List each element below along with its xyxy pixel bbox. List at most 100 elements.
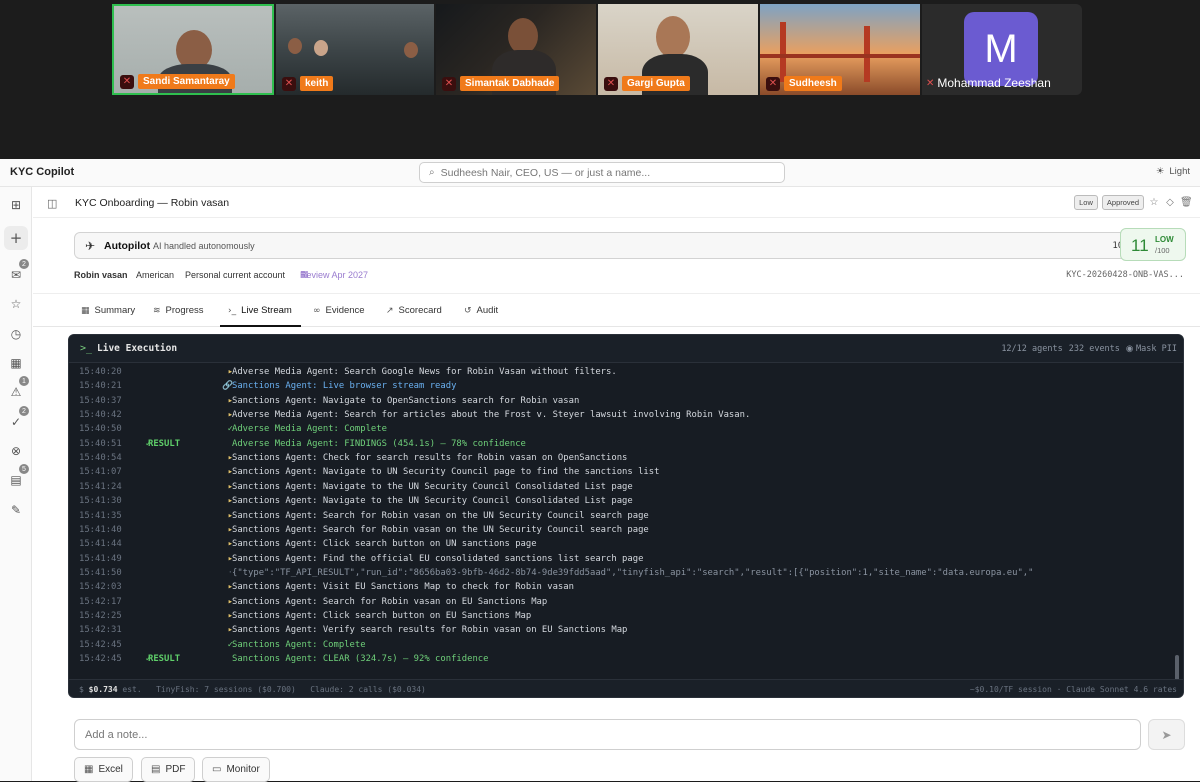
log-timestamp: 15:41:44 <box>79 539 122 550</box>
log-timestamp: 15:41:40 <box>79 524 122 535</box>
log-timestamp: 15:41:49 <box>79 553 122 564</box>
terminal-header: >_ Live Execution 12/12 agents 232 event… <box>69 335 1183 363</box>
risk-score-max: /100 <box>1155 246 1170 255</box>
alert-icon[interactable]: ⚠ 1 <box>7 376 29 401</box>
inbox-icon[interactable]: ✉ 2 <box>7 259 29 284</box>
monitor-button[interactable]: ▭ Monitor <box>202 757 270 782</box>
log-message: Sanctions Agent: Navigate to the UN Secu… <box>232 481 633 492</box>
inbox-badge: 2 <box>19 259 29 269</box>
log-timestamp: 15:42:45 <box>79 639 122 650</box>
tab-live-stream[interactable]: ›_ Live Stream <box>228 305 292 316</box>
clock-icon[interactable]: ◷ <box>7 325 25 343</box>
participant-name: Gargi Gupta <box>622 76 690 91</box>
search-input[interactable]: ⌕ Sudheesh Nair, CEO, US — or just a nam… <box>419 162 785 183</box>
agents-count: 12/12 agents <box>1001 344 1063 354</box>
plane-icon: ✈ <box>85 239 96 253</box>
tab-label: Progress <box>165 305 204 316</box>
log-message: Sanctions Agent: CLEAR (324.7s) — 92% co… <box>232 654 489 664</box>
log-message: Adverse Media Agent: FINDINGS (454.1s) —… <box>232 438 526 449</box>
trash-icon[interactable]: 🗑 <box>1180 197 1193 208</box>
archive-icon[interactable]: ▤ 5 <box>7 464 29 489</box>
send-icon: ➤ <box>1161 727 1172 742</box>
risk-score-card: 11 LOW /100 <box>1120 228 1186 261</box>
export-excel-button[interactable]: ▦ Excel <box>74 757 133 782</box>
tinyfish-cost: TinyFish: 7 sessions ($0.700) <box>156 685 296 694</box>
log-message: Sanctions Agent: Find the official EU co… <box>232 553 644 564</box>
sidebar-rail: ⊞ + ✉ 2 ☆ ◷ ▦ ⚠ 1 ✓ 2 ⊗ ▤ 5 ✎ <box>0 187 32 781</box>
participant-tile[interactable]: ✕ Gargi Gupta <box>598 4 758 95</box>
terminal-stats: 12/12 agents 232 events ◉ Mask PII <box>1001 344 1177 354</box>
bridge-deck-image <box>760 54 920 58</box>
participant-tile[interactable]: ✕ Sandi Samantaray <box>112 4 274 95</box>
log-message: Adverse Media Agent: Search for articles… <box>232 410 751 421</box>
search-placeholder: Sudheesh Nair, CEO, US — or just a name.… <box>440 166 651 179</box>
mask-pii-toggle[interactable]: ◉ Mask PII <box>1126 344 1177 354</box>
step-icon: ▸ <box>227 596 233 607</box>
main-panel: ◫ KYC Onboarding — Robin vasan Low Appro… <box>33 187 1200 782</box>
participant-video <box>314 40 328 56</box>
log-list[interactable]: 15:40:20 ▸ Adverse Media Agent: Search Goo… <box>69 366 1169 670</box>
log-timestamp: 15:41:35 <box>79 510 122 521</box>
participant-tile[interactable]: ✕ Sudheesh <box>760 4 920 95</box>
autopilot-bar: ✈ Autopilot AI handled autonomously 100% <box>74 232 1143 259</box>
tab-summary[interactable]: ▦ Summary <box>81 305 135 316</box>
theme-toggle[interactable]: ☀ Light <box>1156 166 1190 177</box>
sun-icon: ☀ <box>1155 166 1165 177</box>
review-date-text: Review Apr 2027 <box>300 270 369 280</box>
check-icon[interactable]: ✓ 2 <box>7 406 29 431</box>
send-button[interactable]: ➤ <box>1148 719 1185 750</box>
log-timestamp: 15:41:24 <box>79 481 122 492</box>
monitor-icon: ▭ <box>212 764 222 775</box>
link-icon: ∞ <box>313 305 321 316</box>
terminal-icon: >_ <box>80 343 93 354</box>
button-label: PDF <box>165 764 186 775</box>
step-icon: ▸ <box>227 510 233 521</box>
sidebar-toggle-icon[interactable]: ⊞ <box>7 196 25 214</box>
scrollbar[interactable] <box>1175 655 1179 681</box>
log-message: Sanctions Agent: Search for Robin vasan … <box>232 596 548 607</box>
log-timestamp: 15:40:50 <box>79 424 122 435</box>
calendar-icon[interactable]: ▦ <box>7 354 25 372</box>
log-message: Sanctions Agent: Navigate to OpenSanctio… <box>232 395 580 406</box>
table-icon: ▦ <box>84 764 94 775</box>
note-input[interactable]: Add a note... <box>74 719 1141 750</box>
step-icon: ▸ <box>227 553 233 564</box>
mic-muted-icon: ✕ <box>926 77 935 89</box>
new-case-button[interactable]: + <box>4 226 28 250</box>
step-icon: ▸ <box>227 539 233 550</box>
page-title: KYC Onboarding — Robin vasan <box>75 197 230 209</box>
participant-tile[interactable]: ✕ keith <box>276 4 434 95</box>
mic-muted-icon: ✕ <box>604 76 618 91</box>
log-message: Adverse Media Agent: Complete <box>232 424 387 435</box>
events-count: 232 events <box>1068 344 1120 354</box>
log-timestamp: 15:40:51 <box>79 438 122 449</box>
layers-icon: ≋ <box>153 305 161 316</box>
tab-audit[interactable]: ↺ Audit <box>464 305 498 316</box>
step-icon: ▸ <box>227 453 233 464</box>
result-label: RESULT <box>148 654 181 664</box>
participant-tile[interactable]: ✕ Simantak Dabhade <box>436 4 596 95</box>
log-timestamp: 15:42:17 <box>79 596 122 607</box>
edit-icon[interactable]: ✎ <box>7 501 25 519</box>
cancel-icon[interactable]: ⊗ <box>7 442 25 460</box>
autopilot-subtitle: AI handled autonomously <box>153 241 255 251</box>
export-pdf-button[interactable]: ▤ PDF <box>141 757 196 782</box>
participant-tile[interactable]: M ✕ Mohammad Zeeshan <box>922 4 1082 95</box>
star-icon[interactable]: ☆ <box>7 295 25 313</box>
step-icon: ▸ <box>227 496 233 507</box>
mic-muted-icon: ✕ <box>766 76 780 91</box>
log-timestamp: 15:40:42 <box>79 410 122 421</box>
tab-progress[interactable]: ≋ Progress <box>153 305 204 316</box>
risk-badge: Low <box>1074 195 1098 210</box>
account-type: Personal current account <box>185 270 286 280</box>
risk-score-value: 11 <box>1131 236 1149 255</box>
participant-name: Mohammad Zeeshan <box>937 76 1051 90</box>
tab-scorecard[interactable]: ↗ Scorecard <box>386 305 442 316</box>
panel-toggle-icon[interactable]: ◫ <box>47 197 57 210</box>
star-icon[interactable]: ☆ <box>1148 197 1160 208</box>
log-message: {"type":"TF_API_RESULT","run_id":"8656ba… <box>232 567 1034 578</box>
log-message: Sanctions Agent: Verify search results f… <box>232 625 628 636</box>
log-timestamp: 15:40:54 <box>79 453 122 464</box>
tag-icon[interactable]: ◇ <box>1164 197 1176 208</box>
tab-evidence[interactable]: ∞ Evidence <box>313 305 365 316</box>
